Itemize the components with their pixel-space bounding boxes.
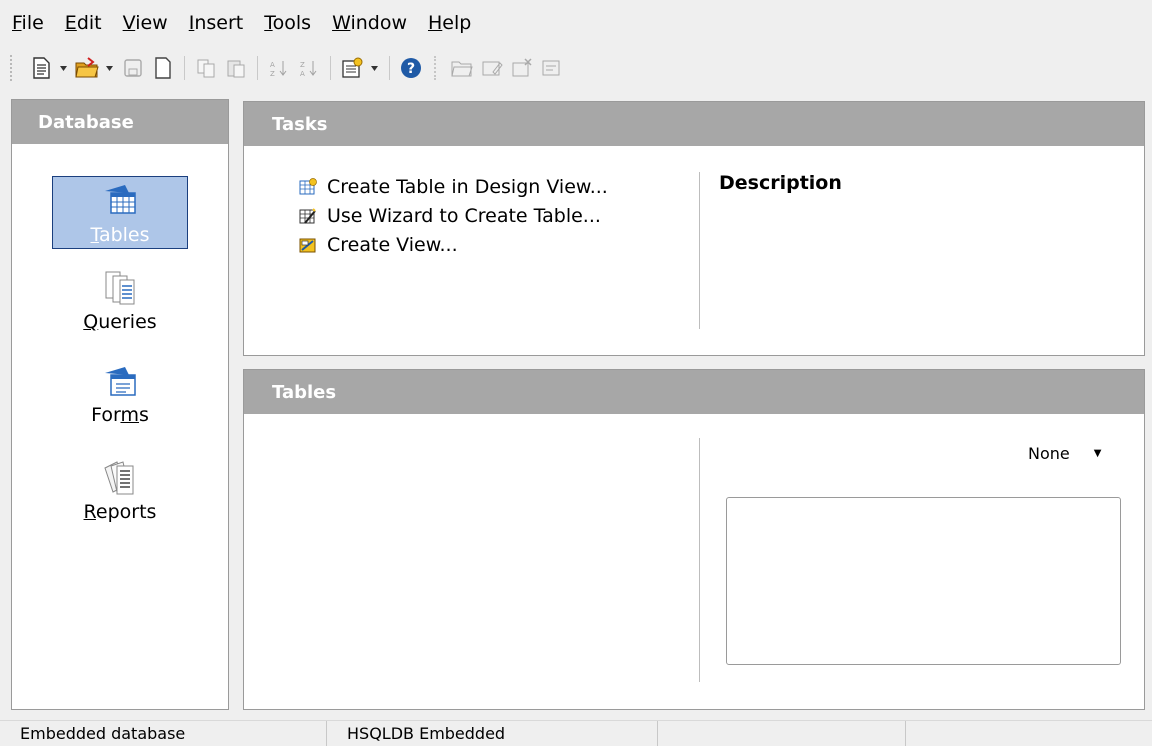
toolbar-separator — [257, 56, 258, 80]
create-view-icon — [298, 235, 318, 255]
svg-text:A: A — [270, 61, 275, 69]
svg-text:Z: Z — [270, 70, 275, 78]
menu-file[interactable]: File — [12, 12, 44, 34]
tables-list[interactable] — [248, 422, 693, 702]
menu-tools[interactable]: Tools — [264, 12, 311, 34]
save-icon[interactable] — [120, 55, 146, 81]
svg-text:?: ? — [407, 61, 415, 77]
task-list: Create Table in Design View... Use Wizar… — [298, 172, 608, 259]
delete-object-icon[interactable] — [509, 55, 535, 81]
menu-window[interactable]: Window — [332, 12, 407, 34]
nav-label-reports: Reports — [83, 501, 157, 523]
svg-text:Z: Z — [300, 61, 305, 69]
menu-view[interactable]: View — [123, 12, 168, 34]
nav-item-forms[interactable]: Forms — [52, 365, 188, 426]
svg-text:A: A — [300, 70, 305, 78]
tasks-panel-header: Tasks — [244, 102, 1144, 146]
wizard-icon — [298, 206, 318, 226]
toolbar-separator — [330, 56, 331, 80]
nav-label-tables: Tables — [90, 224, 150, 246]
open-object-icon[interactable] — [449, 55, 475, 81]
menu-bar: File Edit View Insert Tools Window Help — [0, 0, 1152, 46]
open-dropdown-arrow[interactable] — [104, 55, 114, 81]
help-icon[interactable]: ? — [398, 55, 424, 81]
query-icon — [103, 270, 137, 311]
report-icon — [103, 460, 137, 501]
chevron-down-icon: ▼ — [1093, 448, 1102, 459]
tables-panel-header: Tables — [244, 370, 1144, 414]
standard-toolbar: AZ ZA ? — [0, 46, 1152, 90]
nav-item-tables[interactable]: Tables — [52, 176, 188, 249]
task-label: Use Wizard to Create Table... — [327, 204, 601, 227]
task-create-view[interactable]: Create View... — [298, 230, 608, 259]
task-label: Create View... — [327, 233, 458, 256]
status-bar: Embedded database HSQLDB Embedded — [0, 720, 1152, 746]
toolbar-separator — [389, 56, 390, 80]
nav-item-queries[interactable]: Queries — [52, 270, 188, 333]
menu-insert[interactable]: Insert — [189, 12, 244, 34]
nav-label-forms: Forms — [91, 404, 149, 426]
preview-mode-value: None — [1028, 444, 1070, 463]
menu-help[interactable]: Help — [428, 12, 471, 34]
new-dropdown-arrow[interactable] — [58, 55, 68, 81]
edit-object-icon[interactable] — [479, 55, 505, 81]
form-icon — [103, 365, 137, 404]
new-document-icon[interactable] — [28, 55, 54, 81]
form-dropdown-arrow[interactable] — [369, 55, 379, 81]
copy-icon[interactable] — [193, 55, 219, 81]
toolbar-grip[interactable] — [434, 56, 437, 80]
status-cell-empty — [658, 720, 906, 746]
database-panel: Database Tables Queries Forms Reports — [11, 99, 229, 710]
design-view-icon — [298, 177, 318, 197]
form-design-icon[interactable] — [339, 55, 365, 81]
menu-edit[interactable]: Edit — [65, 12, 102, 34]
task-create-table-design-view[interactable]: Create Table in Design View... — [298, 172, 608, 201]
sort-ascending-icon[interactable]: AZ — [266, 55, 292, 81]
tables-panel: Tables None ▼ — [243, 369, 1145, 710]
task-label: Create Table in Design View... — [327, 175, 608, 198]
tables-divider — [699, 438, 700, 682]
table-icon — [103, 183, 137, 222]
blank-page-icon[interactable] — [150, 55, 176, 81]
preview-area — [726, 497, 1121, 665]
task-use-wizard-create-table[interactable]: Use Wizard to Create Table... — [298, 201, 608, 230]
toolbar-grip[interactable] — [10, 55, 14, 81]
open-folder-icon[interactable] — [74, 55, 100, 81]
rename-object-icon[interactable] — [539, 55, 565, 81]
tasks-panel: Tasks Create Table in Design View... Use… — [243, 101, 1145, 356]
nav-label-queries: Queries — [83, 311, 157, 333]
paste-icon[interactable] — [223, 55, 249, 81]
database-panel-header: Database — [12, 100, 228, 144]
sort-descending-icon[interactable]: ZA — [296, 55, 322, 81]
description-title: Description — [719, 172, 842, 194]
nav-item-reports[interactable]: Reports — [52, 460, 188, 523]
status-engine: HSQLDB Embedded — [327, 720, 658, 746]
tasks-divider — [699, 172, 700, 329]
preview-mode-select[interactable]: None ▼ — [1028, 444, 1101, 463]
status-database-type: Embedded database — [0, 720, 327, 746]
toolbar-separator — [184, 56, 185, 80]
status-cell-empty — [906, 721, 1152, 746]
